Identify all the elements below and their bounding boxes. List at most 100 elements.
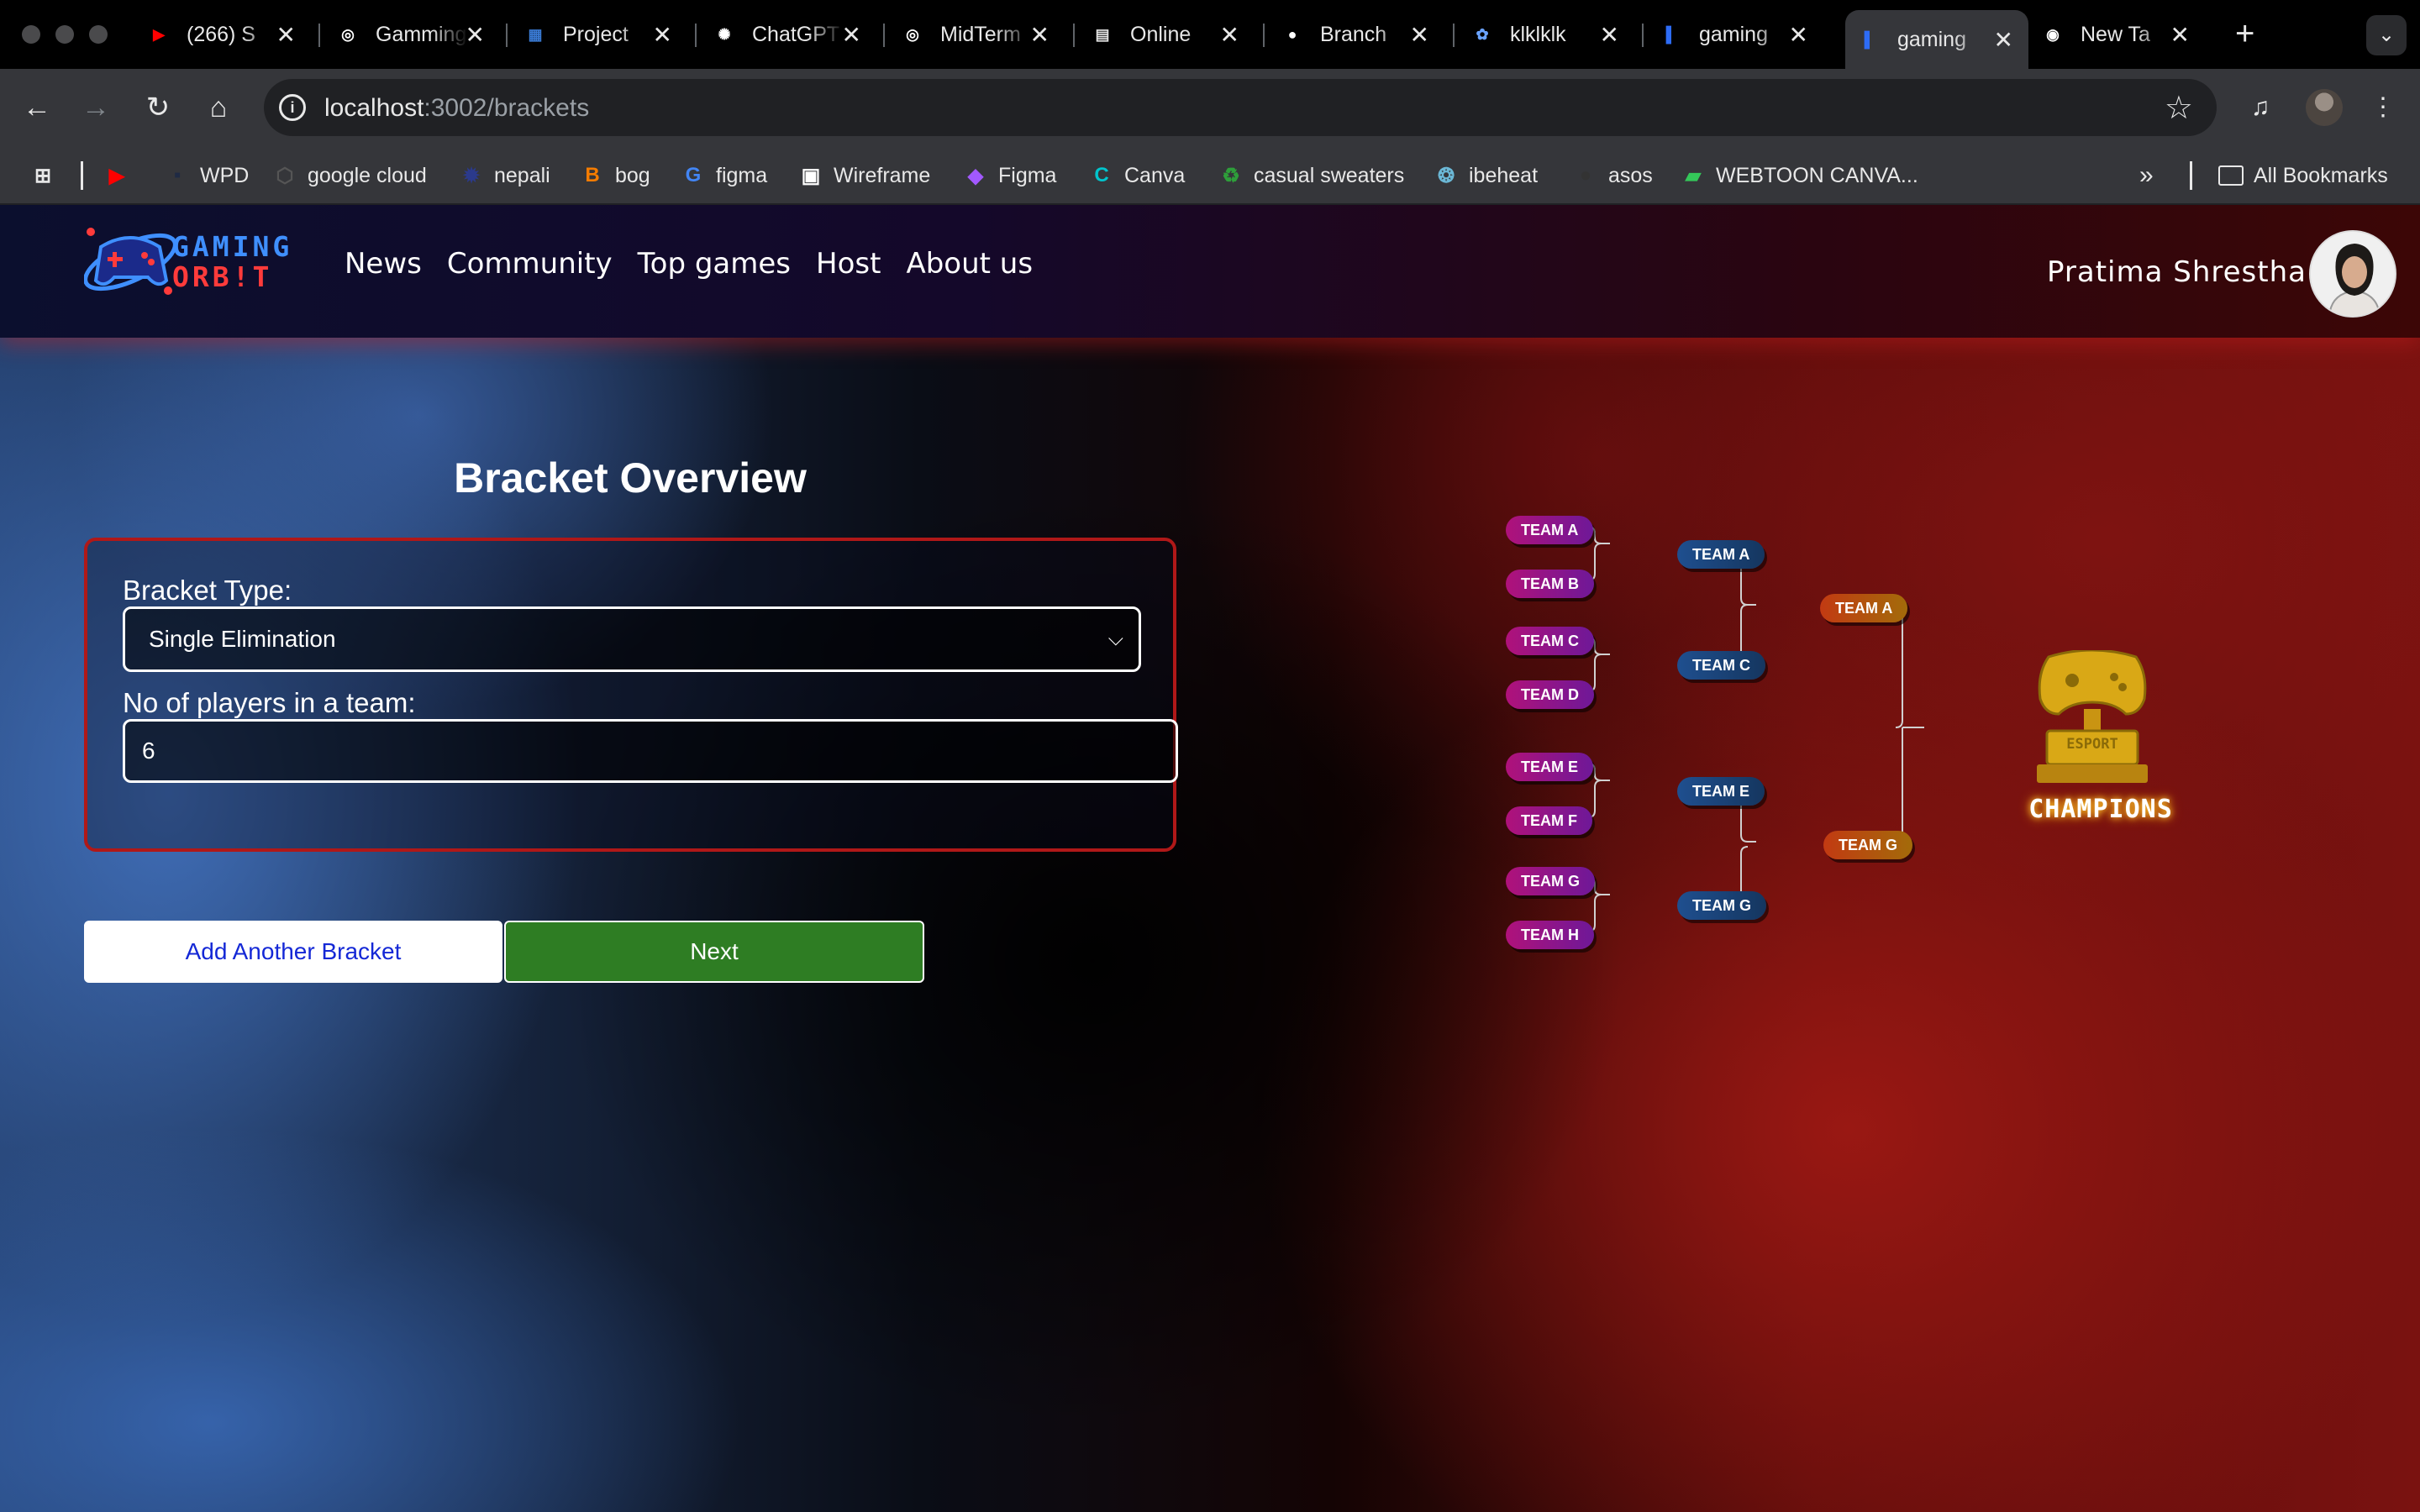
user-name[interactable]: Pratima Shrestha (2047, 255, 2307, 289)
tab-title: gaming (1699, 22, 1768, 46)
home-button[interactable]: ⌂ (198, 87, 239, 128)
bookmark-item[interactable]: ▰ WEBTOON CANVA... (1681, 161, 1918, 190)
nav-news[interactable]: News (345, 247, 422, 281)
youtube-bookmark[interactable]: ▶ (104, 161, 139, 190)
champions-label: CHAMPIONS (2028, 795, 2173, 824)
back-button[interactable]: ← (17, 87, 57, 128)
bracket-team-pill: TEAM E (1506, 753, 1594, 781)
spiral-icon: ◎ (906, 25, 919, 43)
browser-tab[interactable]: ▌ gaming ✕ (1647, 10, 1823, 59)
blue-doc-icon: ▌ (1864, 30, 1876, 48)
building-icon: ▦ (528, 25, 543, 43)
tab-title: ChatGPT (752, 22, 840, 46)
browser-tab[interactable]: ▦ Project ✕ (511, 10, 687, 59)
close-icon[interactable]: ✕ (653, 21, 672, 49)
browser-profile-avatar[interactable] (2306, 89, 2343, 126)
players-input[interactable]: 6 (123, 719, 1178, 783)
nav-about-us[interactable]: About us (906, 247, 1033, 281)
bookmark-item[interactable]: ◆ Figma (963, 161, 1057, 190)
next-button[interactable]: Next (504, 921, 924, 983)
bookmark-item[interactable]: ❂ ibeheat (1434, 161, 1538, 190)
tab-title: klklklk (1510, 22, 1566, 46)
nav-top-games[interactable]: Top games (638, 247, 791, 281)
browser-tab[interactable]: ✿ klklklk ✕ (1458, 10, 1634, 59)
bookmark-item[interactable]: ● asos (1573, 161, 1653, 190)
browser-tab[interactable]: ◎ Gamming ✕ (324, 10, 500, 59)
address-url[interactable]: localhost:3002/brackets (324, 94, 589, 123)
close-icon[interactable]: ✕ (1994, 26, 2013, 54)
tab-search-button[interactable]: ⌄ (2366, 15, 2407, 55)
bookmarks-overflow-icon[interactable]: » (2139, 161, 2154, 190)
bracket-type-select[interactable]: Single Elimination ⌵ (123, 606, 1141, 672)
tab-title: MidTerm (940, 22, 1021, 46)
canva-icon: C (1094, 164, 1109, 186)
browser-tab[interactable]: ✺ ChatGPT ✕ (700, 10, 876, 59)
forward-button[interactable]: → (76, 87, 116, 128)
bracket-team-pill: TEAM G (1677, 891, 1766, 920)
all-bookmarks-button[interactable]: All Bookmarks (2218, 161, 2388, 190)
bracket-team-pill: TEAM A (1820, 594, 1908, 622)
bookmark-item[interactable]: Gfigma (681, 161, 767, 190)
bookmark-item[interactable]: ♻ casual sweaters (1218, 161, 1404, 190)
close-icon[interactable]: ✕ (1789, 21, 1808, 49)
browser-tab[interactable]: ▌ gaming ✕ (1845, 10, 2028, 69)
tab-divider (695, 24, 697, 47)
close-icon[interactable]: ✕ (1600, 21, 1619, 49)
bookmark-star-icon[interactable]: ☆ (2165, 89, 2193, 127)
page-viewport: GAMING ORB!T News Community Top games Ho… (0, 205, 2420, 1512)
browser-tab[interactable]: ◎ MidTerm ✕ (888, 10, 1065, 59)
nav-community[interactable]: Community (447, 247, 613, 281)
browser-toolbar: ← → ↻ ⌂ i localhost:3002/brackets ☆ ♫ ⋮ (0, 69, 2420, 146)
close-icon[interactable]: ✕ (1030, 21, 1050, 49)
apps-grid-bookmark[interactable]: ⊞ (30, 161, 66, 190)
bookmark-label: Figma (998, 163, 1057, 187)
site-header: GAMING ORB!T News Community Top games Ho… (0, 205, 2420, 338)
bookmark-item[interactable]: ⬡ google cloud (272, 161, 427, 190)
browser-tab[interactable]: ▶ (266) S ✕ (134, 10, 311, 59)
bookmark-item[interactable]: Bbog (580, 161, 650, 190)
players-label: No of players in a team: (123, 687, 416, 718)
reload-button[interactable]: ↻ (138, 87, 178, 128)
browser-tab[interactable]: ▤ Online ✕ (1078, 10, 1255, 59)
google-icon: G (685, 164, 702, 186)
bookmark-item[interactable]: ▣ Wireframe (798, 161, 931, 190)
add-bracket-button[interactable]: Add Another Bracket (84, 921, 502, 983)
window-zoom-dot[interactable] (89, 25, 108, 44)
bracket-type-label: Bracket Type: (123, 575, 292, 606)
close-icon[interactable]: ✕ (466, 21, 485, 49)
nav-host[interactable]: Host (816, 247, 881, 281)
close-icon[interactable]: ✕ (2170, 21, 2190, 49)
close-icon[interactable]: ✕ (1220, 21, 1239, 49)
tab-title: Gamming (376, 22, 467, 46)
tab-divider (883, 24, 885, 47)
bracket-team-pill: TEAM E (1677, 777, 1765, 806)
close-icon[interactable]: ✕ (842, 21, 861, 49)
trophy-icon (2037, 650, 2148, 783)
window-close-dot[interactable] (22, 25, 40, 44)
tab-divider (1642, 24, 1644, 47)
bracket-team-pill: TEAM B (1506, 570, 1594, 598)
media-control-icon[interactable]: ♫ (2240, 87, 2281, 128)
logo-wordmark[interactable]: GAMING ORB!T (172, 232, 292, 292)
bookmark-item[interactable]: ▪ WPD (165, 161, 250, 190)
asos-icon: ● (1579, 164, 1592, 186)
close-icon[interactable]: ✕ (1410, 21, 1429, 49)
new-tab-button[interactable]: + (2235, 15, 2254, 53)
user-avatar[interactable] (2309, 230, 2396, 318)
browser-menu-icon[interactable]: ⋮ (2363, 87, 2403, 128)
tab-divider (1263, 24, 1265, 47)
browser-tab[interactable]: ◉ New Ta ✕ (2028, 10, 2205, 59)
bracket-team-pill: TEAM C (1506, 627, 1594, 655)
address-bar[interactable]: i localhost:3002/brackets ☆ (264, 79, 2217, 136)
bookmark-label: figma (716, 163, 768, 187)
bracket-form-card: Bracket Type: Single Elimination ⌵ No of… (84, 538, 1178, 852)
window-minimize-dot[interactable] (55, 25, 74, 44)
site-info-icon[interactable]: i (279, 94, 306, 121)
bookmark-label: asos (1608, 163, 1653, 187)
trophy-label: ESPORT (2066, 736, 2118, 753)
close-icon[interactable]: ✕ (276, 21, 296, 49)
bookmark-item[interactable]: C Canva (1089, 161, 1185, 190)
bookmark-item[interactable]: ✹ nepali (459, 161, 550, 190)
bracket-team-pill: TEAM F (1506, 806, 1592, 835)
browser-tab[interactable]: ● Branch ✕ (1268, 10, 1444, 59)
